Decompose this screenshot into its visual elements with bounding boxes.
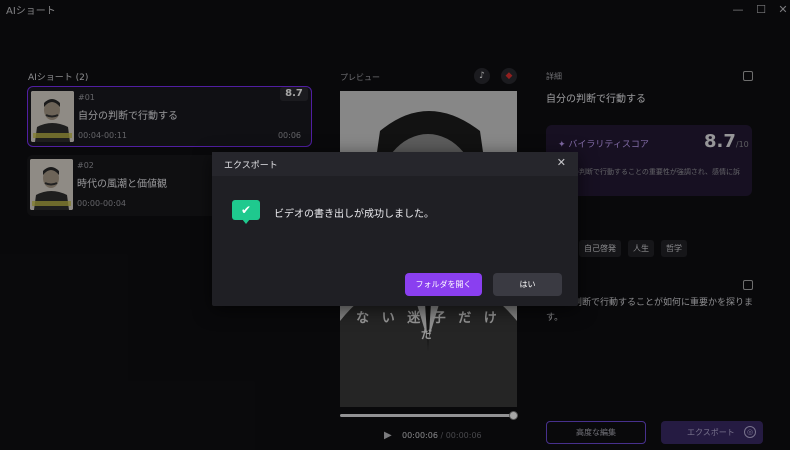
- dialog-message: ビデオの書き出しが成功しました。: [274, 209, 434, 220]
- export-dialog: エクスポート ✕ ✔ ビデオの書き出しが成功しました。 フォルダを開く はい: [212, 152, 578, 306]
- close-icon[interactable]: ✕: [557, 156, 566, 169]
- open-folder-button[interactable]: フォルダを開く: [405, 273, 482, 296]
- app-window: AIショート — ☐ ✕ AIショート (2) #01 自分の判断で行動する 0…: [0, 0, 790, 450]
- success-check-icon: ✔: [232, 200, 260, 224]
- dialog-title: エクスポート: [224, 161, 278, 171]
- yes-button[interactable]: はい: [493, 273, 562, 296]
- dialog-header: エクスポート ✕: [212, 152, 578, 176]
